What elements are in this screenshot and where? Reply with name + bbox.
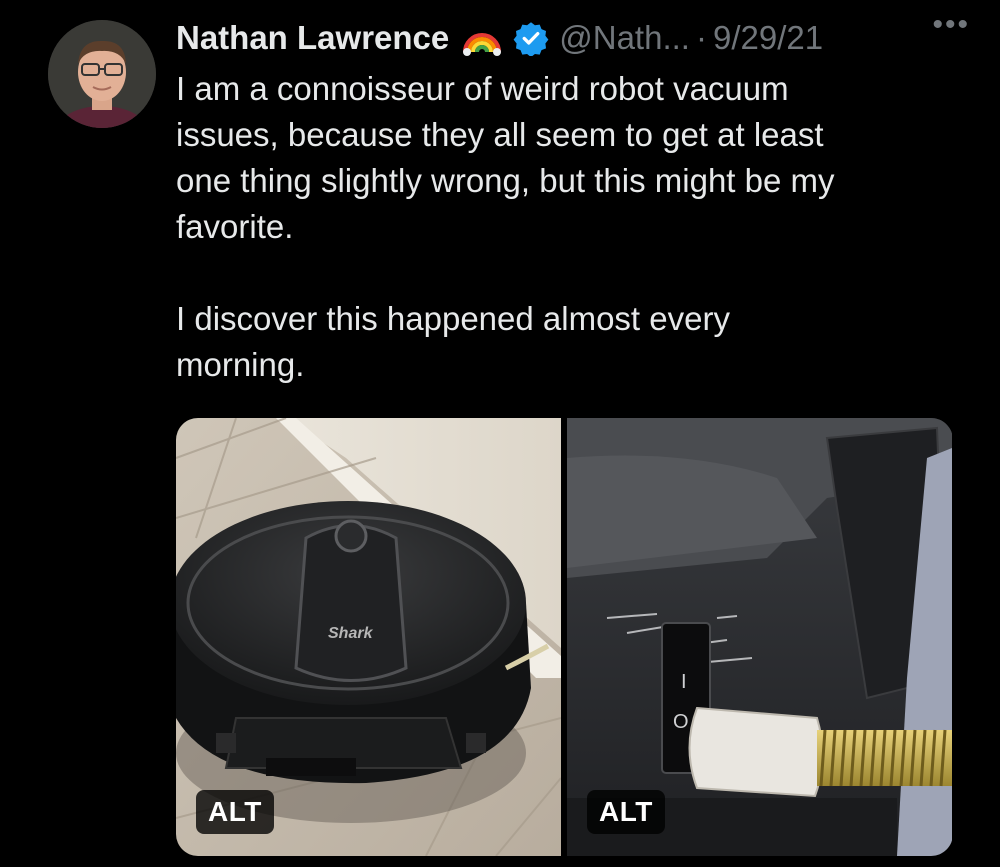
author-name[interactable]: Nathan Lawrence bbox=[176, 19, 449, 57]
verified-badge-icon bbox=[513, 20, 549, 58]
avatar-image bbox=[48, 20, 156, 128]
author-handle[interactable]: @Nath... bbox=[559, 19, 690, 57]
rainbow-icon bbox=[461, 20, 503, 56]
tweet-text-line: favorite. bbox=[176, 208, 294, 245]
tweet-text-line: morning. bbox=[176, 346, 305, 383]
alt-text-button[interactable]: ALT bbox=[196, 790, 274, 834]
tweet-text-line: I am a connoisseur of weird robot vacuum bbox=[176, 70, 789, 107]
switch-on-label: I bbox=[681, 671, 687, 693]
alt-text-button[interactable]: ALT bbox=[587, 790, 665, 834]
tweet-text: I am a connoisseur of weird robot vacuum… bbox=[176, 66, 976, 388]
header-separator: · bbox=[695, 19, 707, 56]
media-photo-1[interactable]: Shark ALT bbox=[176, 418, 561, 856]
tweet-text-line: one thing slightly wrong, but this might… bbox=[176, 162, 835, 199]
tweet-date[interactable]: 9/29/21 bbox=[713, 19, 823, 57]
tweet-media: Shark ALT I O ALT bbox=[176, 418, 953, 856]
more-options-icon[interactable]: ••• bbox=[932, 8, 970, 42]
tweet-text-line: issues, because they all seem to get at … bbox=[176, 116, 824, 153]
tweet-header: Nathan Lawrence @Nath... · 9/29/21 bbox=[176, 14, 976, 62]
author-avatar[interactable] bbox=[48, 20, 156, 128]
media-photo-2[interactable]: I O ALT bbox=[567, 418, 952, 856]
tweet-text-line: I discover this happened almost every bbox=[176, 300, 730, 337]
switch-off-label: O bbox=[673, 711, 689, 733]
shark-logo-text: Shark bbox=[328, 625, 374, 642]
